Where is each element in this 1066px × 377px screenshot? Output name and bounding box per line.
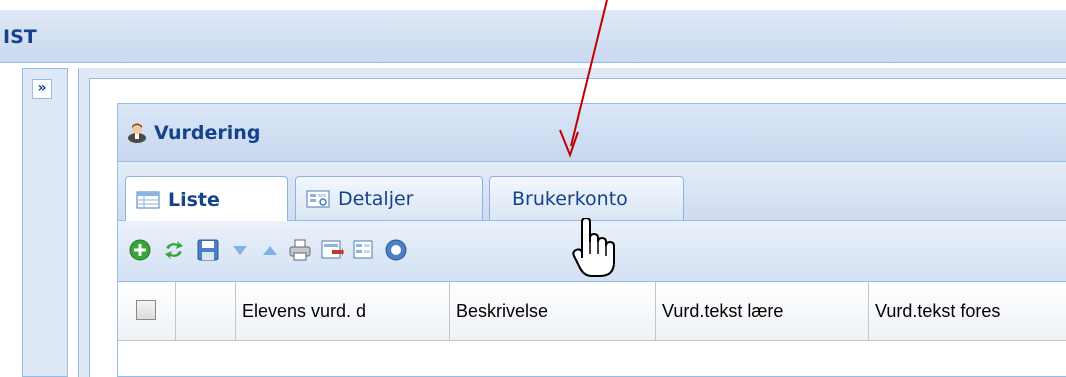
column-header-vurd-tekst-laerer[interactable]: Vurd.tekst lære [656, 282, 869, 340]
collapsed-sidebar: » [22, 68, 68, 377]
app-title: IST [3, 26, 37, 48]
form-detail-icon [306, 190, 330, 207]
table-icon [136, 191, 160, 208]
app-header: IST [0, 10, 1066, 63]
tab-strip: Liste Detaljer Brukerkonto [118, 162, 1066, 222]
move-down-icon[interactable] [228, 238, 252, 262]
help-icon[interactable] [384, 238, 408, 262]
tab-label: Liste [168, 188, 220, 211]
panel-title: Vurdering [154, 122, 261, 144]
grid-body [118, 341, 1066, 376]
export-icon[interactable] [320, 238, 344, 262]
user-icon [128, 123, 146, 143]
tab-label: Detaljer [338, 187, 414, 210]
column-header-vurd-tekst-foresatt[interactable]: Vurd.tekst fores [869, 282, 1066, 340]
column-header-row-number[interactable] [176, 282, 236, 340]
print-icon[interactable] [288, 238, 312, 262]
import-icon[interactable] [352, 238, 376, 262]
select-all-cell [118, 282, 176, 340]
column-header-beskrivelse[interactable]: Beskrivelse [450, 282, 656, 340]
panel-header: Vurdering [118, 104, 1066, 162]
select-all-checkbox[interactable] [136, 300, 156, 320]
add-icon[interactable] [128, 238, 152, 262]
refresh-icon[interactable] [162, 238, 186, 262]
hand-cursor-icon [572, 218, 615, 277]
grid-header: Elevens vurd. d Beskrivelse Vurd.tekst l… [118, 282, 1066, 341]
tab-detaljer[interactable]: Detaljer [295, 176, 483, 220]
tab-label: Brukerkonto [512, 187, 628, 210]
tab-liste[interactable]: Liste [125, 176, 288, 222]
expand-sidebar-button[interactable]: » [32, 79, 52, 99]
move-up-icon[interactable] [258, 238, 282, 262]
tab-brukerkonto[interactable]: Brukerkonto [489, 176, 684, 220]
column-header-elevens-vurd[interactable]: Elevens vurd. d [236, 282, 450, 340]
save-icon[interactable] [196, 238, 220, 262]
